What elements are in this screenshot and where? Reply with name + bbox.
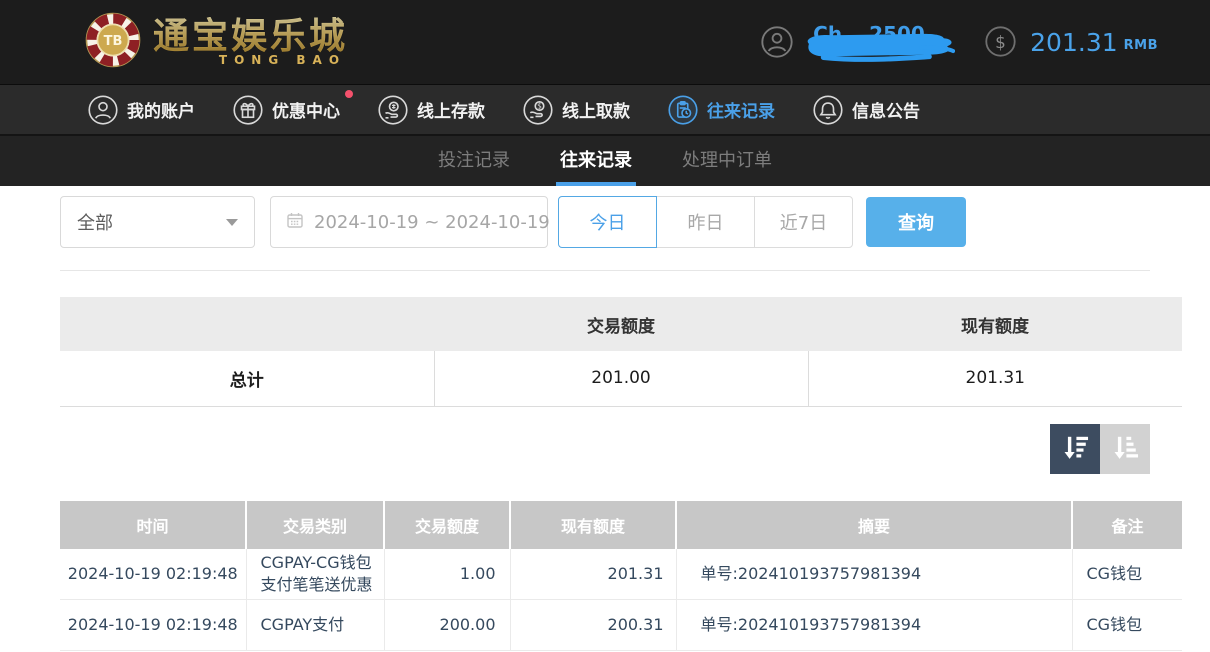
transaction-type-select[interactable]: 全部 (60, 196, 255, 248)
chevron-down-icon (226, 218, 238, 226)
user-avatar-icon (761, 26, 793, 58)
header-time: 时间 (60, 500, 247, 549)
header-trade-amount: 交易额度 (384, 500, 511, 549)
cell-balance: 201.31 (510, 548, 677, 600)
user-icon (88, 94, 118, 125)
table-row: 2024-10-19 02:19:48 CGPAY支付 200.00 200.3… (60, 599, 1182, 651)
nav-item-withdraw[interactable]: $ 线上取款 (523, 94, 630, 125)
balance-area: $ 201.31 RMB (985, 26, 1158, 58)
deposit-icon (378, 94, 408, 125)
divider (60, 270, 1150, 271)
sort-controls (60, 423, 1150, 474)
header-current-amount: 现有额度 (510, 500, 677, 549)
quick-range-group: 今日 昨日 近7日 (558, 196, 853, 248)
summary-total-row: 总计 201.00 201.31 (60, 351, 1182, 407)
notification-dot (345, 89, 353, 98)
cell-note: CG钱包 (1072, 548, 1182, 600)
cell-type: CGPAY-CG钱包支付笔笔送优惠 (246, 548, 385, 600)
scribble-redaction (807, 33, 956, 62)
sort-descending-button[interactable] (1050, 423, 1100, 474)
main-content: 全部 2024-10-19 ~ 2024-10-19 今日 昨日 近7日 查询 (0, 196, 1210, 651)
header-summary: 摘要 (676, 500, 1073, 549)
cell-time: 2024-10-19 02:19:48 (60, 548, 247, 600)
cell-summary: 单号:202410193757981394 (676, 548, 1073, 600)
svg-text:TB: TB (104, 34, 123, 49)
brand-logo[interactable]: TB 通宝娱乐城 TONG BAO (85, 12, 348, 72)
tab-transaction-records[interactable]: 往来记录 (556, 136, 636, 186)
sort-descending-icon (1058, 430, 1092, 467)
summary-table: 交易额度 现有额度 总计 201.00 201.31 (60, 297, 1182, 407)
tab-pending-orders[interactable]: 处理中订单 (680, 136, 774, 186)
currency-label: RMB (1123, 37, 1158, 53)
range-button-last7days[interactable]: 近7日 (754, 196, 853, 248)
brand-name-en: TONG BAO (218, 53, 347, 67)
cell-balance: 200.31 (510, 599, 677, 651)
summary-total-balance: 201.31 (807, 351, 1182, 407)
bell-icon (813, 94, 843, 125)
cell-note: CG钱包 (1072, 599, 1182, 651)
range-button-today[interactable]: 今日 (558, 196, 657, 248)
header-note: 备注 (1072, 500, 1182, 549)
search-button[interactable]: 查询 (866, 197, 966, 247)
cell-summary: 单号:202410193757981394 (676, 599, 1073, 651)
cell-amount: 1.00 (384, 548, 511, 600)
date-range-value: 2024-10-19 ~ 2024-10-19 (314, 211, 550, 233)
cell-time: 2024-10-19 02:19:48 (60, 599, 247, 651)
sort-ascending-button[interactable] (1100, 423, 1150, 474)
brand-text: 通宝娱乐城 TONG BAO (153, 16, 349, 68)
header-type: 交易类别 (246, 500, 385, 549)
topbar: TB 通宝娱乐城 TONG BAO Ch 2500 $ 201.31 RMB (0, 0, 1210, 84)
range-button-yesterday[interactable]: 昨日 (656, 196, 755, 248)
sort-ascending-icon (1108, 430, 1142, 467)
calendar-icon (285, 210, 305, 234)
filter-bar: 全部 2024-10-19 ~ 2024-10-19 今日 昨日 近7日 查询 (60, 196, 1150, 248)
table-row: 2024-10-19 02:19:48 CGPAY-CG钱包支付笔笔送优惠 1.… (60, 548, 1182, 600)
nav-item-my-account[interactable]: 我的账户 (88, 94, 195, 125)
nav-item-announcements[interactable]: 信息公告 (813, 94, 920, 125)
records-table: 时间 交易类别 交易额度 现有额度 摘要 备注 2024-10-19 02:19… (60, 500, 1182, 651)
summary-header-trade-amount: 交易额度 (434, 297, 808, 351)
withdraw-icon: $ (523, 94, 553, 125)
nav-item-transaction-records[interactable]: 往来记录 (668, 94, 775, 125)
gift-icon (233, 94, 263, 125)
summary-header-row: 交易额度 现有额度 (60, 297, 1182, 351)
nav-item-deposit[interactable]: 线上存款 (378, 94, 485, 125)
summary-total-label: 总计 (60, 351, 434, 407)
cell-type: CGPAY支付 (246, 599, 385, 651)
svg-text:$: $ (995, 32, 1006, 52)
main-navbar: 我的账户 优惠中心 线上存款 $ 线上取款 往来记录 信息公告 (0, 84, 1210, 134)
summary-total-trade: 201.00 (433, 351, 808, 407)
balance-amount: 201.31 (1030, 27, 1118, 57)
nav-item-promotions[interactable]: 优惠中心 (233, 89, 353, 125)
account-area: Ch 2500 $ 201.31 RMB (761, 21, 1158, 63)
records-subnav: 投注记录 往来记录 处理中订单 (0, 134, 1210, 186)
cell-amount: 200.00 (384, 599, 511, 651)
casino-chip-icon: TB (85, 12, 141, 72)
summary-header-empty (60, 297, 434, 351)
select-value: 全部 (77, 213, 113, 234)
svg-text:$: $ (537, 101, 542, 110)
summary-header-current-amount: 现有额度 (808, 297, 1182, 351)
dollar-coin-icon: $ (985, 26, 1017, 58)
date-range-input[interactable]: 2024-10-19 ~ 2024-10-19 (270, 196, 550, 248)
records-header-row: 时间 交易类别 交易额度 现有额度 摘要 备注 (60, 500, 1182, 549)
records-icon (668, 94, 698, 125)
username-obscured[interactable]: Ch 2500 (803, 21, 956, 63)
tab-bet-records[interactable]: 投注记录 (436, 136, 512, 186)
brand-name-cn: 通宝娱乐城 (153, 16, 349, 57)
